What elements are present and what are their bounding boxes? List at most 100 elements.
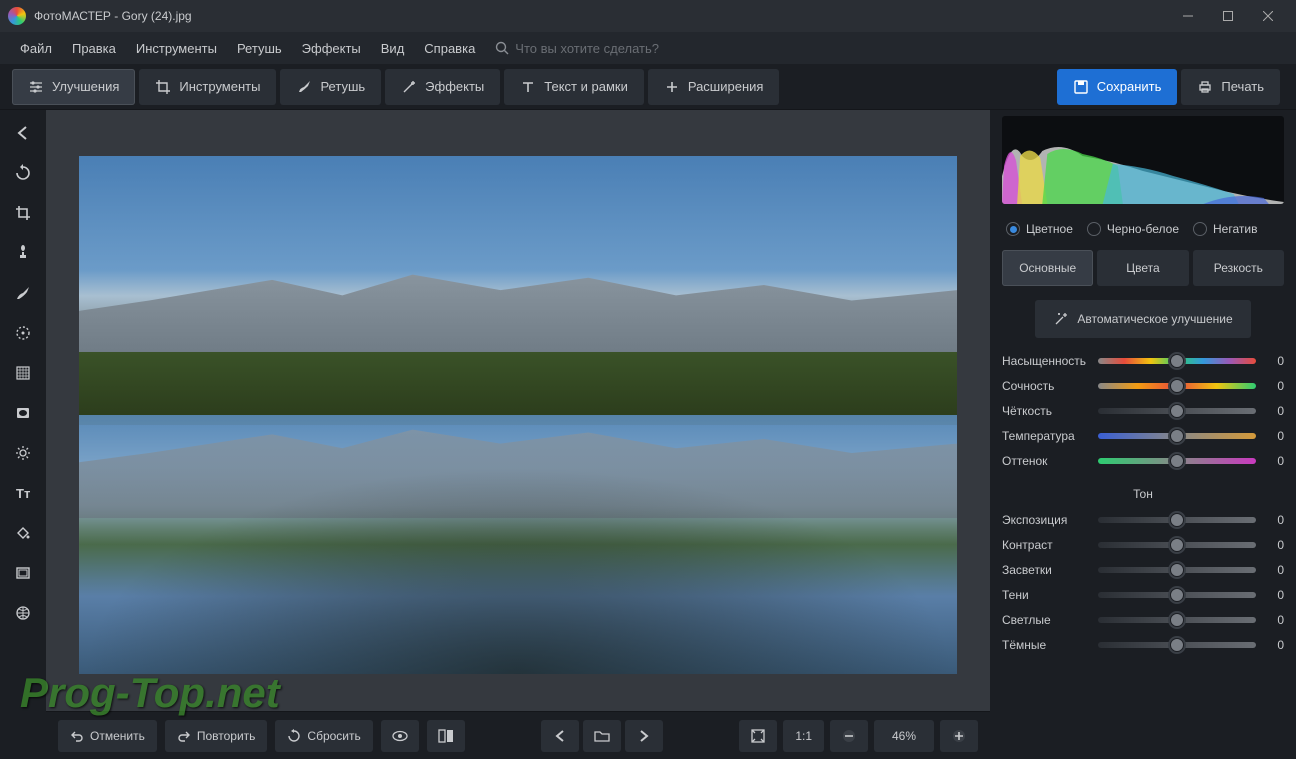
prev-image-button[interactable] <box>541 720 579 752</box>
mode-color[interactable]: Цветное <box>1006 222 1073 236</box>
frame-tool[interactable] <box>6 556 40 590</box>
slider-track-clarity[interactable] <box>1098 408 1256 414</box>
save-icon <box>1073 79 1089 95</box>
brush-icon <box>296 79 312 95</box>
brightness-tool[interactable] <box>6 436 40 470</box>
right-panel: Цветное Черно-белое Негатив Основные Цве… <box>990 110 1296 759</box>
canvas-area: Отменить Повторить Сбросить 1:1 <box>46 110 990 759</box>
menu-view[interactable]: Вид <box>373 37 413 60</box>
maximize-button[interactable] <box>1208 0 1248 32</box>
text-icon <box>520 79 536 95</box>
text-tool[interactable]: Tт <box>6 476 40 510</box>
slider-track-vibrance[interactable] <box>1098 383 1256 389</box>
slider-track-shadows[interactable] <box>1098 592 1256 598</box>
crop-tool[interactable] <box>6 196 40 230</box>
menu-retouch[interactable]: Ретушь <box>229 37 290 60</box>
undo-button[interactable]: Отменить <box>58 720 157 752</box>
menu-edit[interactable]: Правка <box>64 37 124 60</box>
plus-icon <box>664 79 680 95</box>
tab-tools[interactable]: Инструменты <box>139 69 276 105</box>
menu-search[interactable]: Что вы хотите сделать? <box>495 41 659 56</box>
menu-file[interactable]: Файл <box>12 37 60 60</box>
slider-track-lights[interactable] <box>1098 617 1256 623</box>
main-toolbar: Улучшения Инструменты Ретушь Эффекты Тек… <box>0 64 1296 110</box>
menu-tools[interactable]: Инструменты <box>128 37 225 60</box>
radial-tool[interactable] <box>6 316 40 350</box>
tab-retouch[interactable]: Ретушь <box>280 69 381 105</box>
slider-tint: Оттенок 0 <box>1002 454 1284 468</box>
tone-header: Тон <box>1002 487 1284 501</box>
reset-button[interactable]: Сбросить <box>275 720 372 752</box>
canvas-wrap <box>46 110 990 711</box>
histogram[interactable] <box>1002 116 1284 204</box>
slider-shadows: Тени 0 <box>1002 588 1284 602</box>
close-button[interactable] <box>1248 0 1288 32</box>
redo-icon <box>177 729 191 743</box>
menubar: Файл Правка Инструменты Ретушь Эффекты В… <box>0 32 1296 64</box>
tab-sharpness[interactable]: Резкость <box>1193 250 1284 286</box>
window-title: ФотоМАСТЕР - Gory (24).jpg <box>34 9 1168 23</box>
print-button[interactable]: Печать <box>1181 69 1280 105</box>
wand-icon <box>401 79 417 95</box>
image-canvas[interactable] <box>79 156 957 674</box>
left-toolbar: Tт <box>0 110 46 759</box>
tab-text[interactable]: Текст и рамки <box>504 69 644 105</box>
brush-tool[interactable] <box>6 276 40 310</box>
fit-screen-button[interactable] <box>739 720 777 752</box>
slider-track-saturation[interactable] <box>1098 358 1256 364</box>
zoom-actual-button[interactable]: 1:1 <box>783 720 824 752</box>
zoom-level[interactable]: 46% <box>874 720 934 752</box>
tab-colors[interactable]: Цвета <box>1097 250 1188 286</box>
mode-bw[interactable]: Черно-белое <box>1087 222 1179 236</box>
chevron-right-icon <box>639 730 649 742</box>
slider-highlights: Засветки 0 <box>1002 563 1284 577</box>
fill-tool[interactable] <box>6 516 40 550</box>
stamp-tool[interactable] <box>6 236 40 270</box>
preview-toggle[interactable] <box>381 720 419 752</box>
eye-icon <box>391 729 409 743</box>
reset-icon <box>287 729 301 743</box>
auto-enhance-button[interactable]: Автоматическое улучшение <box>1035 300 1250 338</box>
globe-tool[interactable] <box>6 596 40 630</box>
compare-icon <box>438 729 454 743</box>
color-mode-row: Цветное Черно-белое Негатив <box>1002 216 1284 250</box>
slider-track-exposure[interactable] <box>1098 517 1256 523</box>
tab-extensions[interactable]: Расширения <box>648 69 780 105</box>
panel-tabs: Основные Цвета Резкость <box>1002 250 1284 286</box>
tab-basic[interactable]: Основные <box>1002 250 1093 286</box>
menu-effects[interactable]: Эффекты <box>294 37 369 60</box>
sliders-icon <box>28 79 44 95</box>
slider-track-highlights[interactable] <box>1098 567 1256 573</box>
next-image-button[interactable] <box>625 720 663 752</box>
slider-temperature: Температура 0 <box>1002 429 1284 443</box>
tab-effects[interactable]: Эффекты <box>385 69 500 105</box>
svg-text:Tт: Tт <box>16 486 30 501</box>
slider-exposure: Экспозиция 0 <box>1002 513 1284 527</box>
minimize-button[interactable] <box>1168 0 1208 32</box>
slider-saturation: Насыщенность 0 <box>1002 354 1284 368</box>
redo-button[interactable]: Повторить <box>165 720 268 752</box>
open-folder-button[interactable] <box>583 720 621 752</box>
app-logo-icon <box>8 7 26 25</box>
slider-track-temp[interactable] <box>1098 433 1256 439</box>
chevron-left-icon <box>555 730 565 742</box>
compare-toggle[interactable] <box>427 720 465 752</box>
menu-help[interactable]: Справка <box>416 37 483 60</box>
save-button[interactable]: Сохранить <box>1057 69 1178 105</box>
wand-icon <box>1053 311 1069 327</box>
slider-track-tint[interactable] <box>1098 458 1256 464</box>
mode-negative[interactable]: Негатив <box>1193 222 1257 236</box>
slider-lights: Светлые 0 <box>1002 613 1284 627</box>
minus-icon <box>842 729 856 743</box>
back-button[interactable] <box>6 116 40 150</box>
vignette-tool[interactable] <box>6 396 40 430</box>
slider-track-contrast[interactable] <box>1098 542 1256 548</box>
slider-track-darks[interactable] <box>1098 642 1256 648</box>
slider-vibrance: Сочность 0 <box>1002 379 1284 393</box>
tab-enhance[interactable]: Улучшения <box>12 69 135 105</box>
zoom-out-button[interactable] <box>830 720 868 752</box>
zoom-in-button[interactable] <box>940 720 978 752</box>
rotate-tool[interactable] <box>6 156 40 190</box>
slider-darks: Тёмные 0 <box>1002 638 1284 652</box>
gradient-tool[interactable] <box>6 356 40 390</box>
